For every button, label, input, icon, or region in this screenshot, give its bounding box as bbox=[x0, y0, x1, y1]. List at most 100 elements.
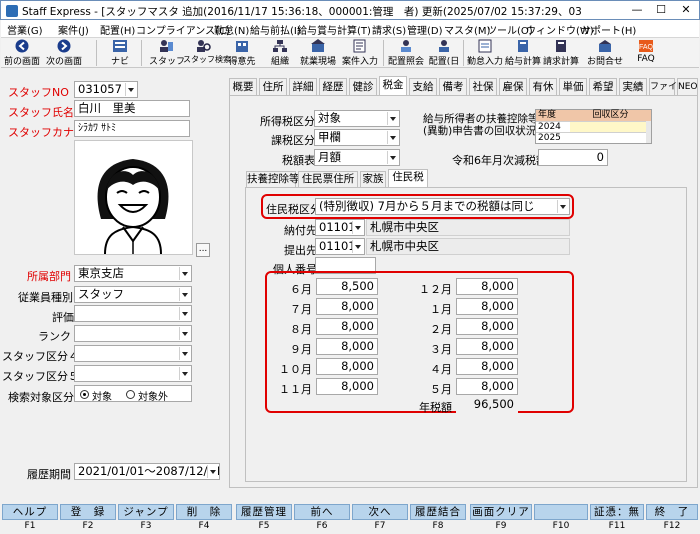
exit-button[interactable]: 終 了 bbox=[646, 504, 698, 520]
tab-paid-leave[interactable]: 有休 bbox=[529, 78, 557, 95]
staff-kana-field[interactable]: ｼﾗｶﾜ ｻﾄﾐ bbox=[74, 120, 190, 137]
history-manage-button[interactable]: 履歴管理 bbox=[236, 504, 292, 520]
tab-overview[interactable]: 概要 bbox=[229, 78, 257, 95]
shotoku-select[interactable]: 対象 bbox=[314, 110, 400, 127]
subtab-fuyo[interactable]: 扶養控除等 bbox=[246, 171, 300, 187]
emp-type-select[interactable]: スタッフ bbox=[74, 286, 192, 303]
table-cell-kubun-2024[interactable] bbox=[570, 121, 646, 132]
assign-confirm-button[interactable]: 配置照会 bbox=[387, 38, 425, 68]
tab-health[interactable]: 健診 bbox=[349, 78, 377, 95]
jumin-kubun-select[interactable]: (特別徴収) 7月から５月までの税額は同じ bbox=[315, 198, 570, 215]
delete-button[interactable]: 削 除 bbox=[176, 504, 232, 520]
menu-admin[interactable]: 管理(D) bbox=[407, 22, 443, 37]
staff-name-field[interactable]: 白川 里美 bbox=[74, 100, 190, 117]
rank-select[interactable] bbox=[74, 325, 192, 342]
dept-select[interactable]: 東京支店 bbox=[74, 265, 192, 282]
month-amount-field[interactable]: 8,000 bbox=[316, 358, 378, 375]
menu-advance[interactable]: 給与前払(I) bbox=[250, 22, 301, 37]
tab-employment-insurance[interactable]: 雇保 bbox=[499, 78, 527, 95]
evidence-button[interactable]: 証憑：無 bbox=[590, 504, 644, 520]
gentai-field[interactable]: 0 bbox=[538, 149, 608, 166]
client-button[interactable]: 得意先 bbox=[225, 38, 259, 68]
contact-button[interactable]: お問合せ bbox=[585, 38, 625, 68]
tab-results[interactable]: 実績 bbox=[619, 78, 647, 95]
subtab-family[interactable]: 家族 bbox=[360, 171, 386, 187]
tab-payment[interactable]: 支給 bbox=[409, 78, 437, 95]
work-site-button[interactable]: 就業現場 bbox=[297, 38, 339, 68]
period-select[interactable]: 2021/01/01〜2087/12/31 bbox=[74, 463, 220, 480]
tab-detail[interactable]: 詳細 bbox=[289, 78, 317, 95]
menu-case[interactable]: 案件(J) bbox=[58, 22, 89, 37]
assign-day-button[interactable]: 配置(日 bbox=[427, 38, 461, 68]
staff-search-button[interactable]: スタッフ検索 bbox=[183, 38, 231, 68]
prev-screen-button[interactable]: 前の画面 bbox=[3, 38, 41, 68]
menu-master[interactable]: マスタ(M) bbox=[444, 22, 490, 37]
navi-button[interactable]: ナビ bbox=[105, 38, 135, 68]
next-button[interactable]: 次へ bbox=[352, 504, 408, 520]
tab-neo[interactable]: NEO bbox=[677, 78, 698, 95]
tab-notes[interactable]: 備考 bbox=[439, 78, 467, 95]
svg-text:FAQ: FAQ bbox=[639, 44, 654, 51]
attendance-input-button[interactable]: 勤怠入力 bbox=[467, 38, 503, 68]
tab-tax[interactable]: 税金 bbox=[379, 76, 407, 96]
table-cell-kubun-2025[interactable] bbox=[570, 132, 646, 143]
case-input-button[interactable]: 案件入力 bbox=[341, 38, 379, 68]
staff-button[interactable]: スタッフ bbox=[149, 38, 185, 68]
jump-button[interactable]: ジャンプ bbox=[118, 504, 174, 520]
menu-billing[interactable]: 請求(S) bbox=[372, 22, 406, 37]
eval-select[interactable] bbox=[74, 305, 192, 322]
month-amount-field[interactable]: 8,000 bbox=[316, 378, 378, 395]
kazei-select[interactable]: 甲欄 bbox=[314, 129, 400, 146]
faq-button[interactable]: FAQ FAQ bbox=[631, 38, 661, 68]
maximize-button[interactable]: ☐ bbox=[651, 3, 671, 18]
kubun4-select[interactable] bbox=[74, 345, 192, 362]
month-amount-field[interactable]: 8,000 bbox=[456, 298, 518, 315]
tab-address[interactable]: 住所 bbox=[259, 78, 287, 95]
month-amount-field[interactable]: 8,000 bbox=[316, 298, 378, 315]
history-merge-button[interactable]: 履歴結合 bbox=[410, 504, 466, 520]
month-label: １１月 bbox=[279, 383, 312, 396]
register-button[interactable]: 登 録 bbox=[60, 504, 116, 520]
zeigaku-select[interactable]: 月額 bbox=[314, 149, 400, 166]
prev-button[interactable]: 前へ bbox=[294, 504, 350, 520]
subtab-juminhyo[interactable]: 住民票住所 bbox=[298, 171, 358, 187]
help-button[interactable]: ヘルプ bbox=[2, 504, 58, 520]
kubun5-select[interactable] bbox=[74, 365, 192, 382]
staff-no-label: スタッフNO bbox=[8, 86, 69, 99]
month-amount-field[interactable]: 8,000 bbox=[456, 358, 518, 375]
tab-social-insurance[interactable]: 社保 bbox=[469, 78, 497, 95]
teishutsu-code-select[interactable]: 011011 bbox=[315, 238, 365, 255]
month-amount-field[interactable]: 8,000 bbox=[316, 318, 378, 335]
menu-assign[interactable]: 配置(H) bbox=[100, 22, 135, 37]
month-amount-field[interactable]: 8,000 bbox=[456, 338, 518, 355]
pay-calc-button[interactable]: 給与計算 bbox=[505, 38, 541, 68]
screen-clear-button[interactable]: 画面クリア bbox=[470, 504, 532, 520]
minimize-button[interactable]: — bbox=[627, 3, 647, 18]
tab-files[interactable]: ファイル bbox=[649, 78, 686, 95]
bill-calc-button[interactable]: 請求計算 bbox=[543, 38, 579, 68]
tab-wishes[interactable]: 希望 bbox=[589, 78, 617, 95]
menu-sales[interactable]: 営業(G) bbox=[7, 22, 43, 37]
month-amount-field[interactable]: 8,000 bbox=[456, 278, 518, 295]
photo-browse-button[interactable]: ... bbox=[196, 243, 210, 257]
assign-day-icon bbox=[439, 40, 449, 52]
month-amount-field[interactable]: 8,500 bbox=[316, 278, 378, 295]
close-button[interactable]: ✕ bbox=[676, 3, 696, 18]
nofu-code-select[interactable]: 011011 bbox=[315, 219, 365, 236]
menu-attendance[interactable]: 勤怠(N) bbox=[214, 22, 249, 37]
table-scrollbar[interactable] bbox=[646, 121, 651, 143]
radio-nontarget[interactable] bbox=[126, 390, 135, 399]
radio-target[interactable] bbox=[80, 390, 89, 399]
subtab-juminzei[interactable]: 住民税 bbox=[388, 169, 428, 188]
month-amount-field[interactable]: 8,000 bbox=[456, 378, 518, 395]
staff-no-select[interactable]: 031057 bbox=[74, 81, 138, 98]
tab-unit-price[interactable]: 単価 bbox=[559, 78, 587, 95]
f10-button[interactable] bbox=[534, 504, 588, 520]
tab-career[interactable]: 経歴 bbox=[319, 78, 347, 95]
month-amount-field[interactable]: 8,000 bbox=[456, 318, 518, 335]
month-amount-field[interactable]: 8,000 bbox=[316, 338, 378, 355]
organization-button[interactable]: 組織 bbox=[265, 38, 295, 68]
next-screen-button[interactable]: 次の画面 bbox=[45, 38, 83, 68]
menu-support[interactable]: サポート(H) bbox=[581, 22, 636, 37]
menu-payroll[interactable]: 給与賞与計算(T) bbox=[297, 22, 371, 37]
